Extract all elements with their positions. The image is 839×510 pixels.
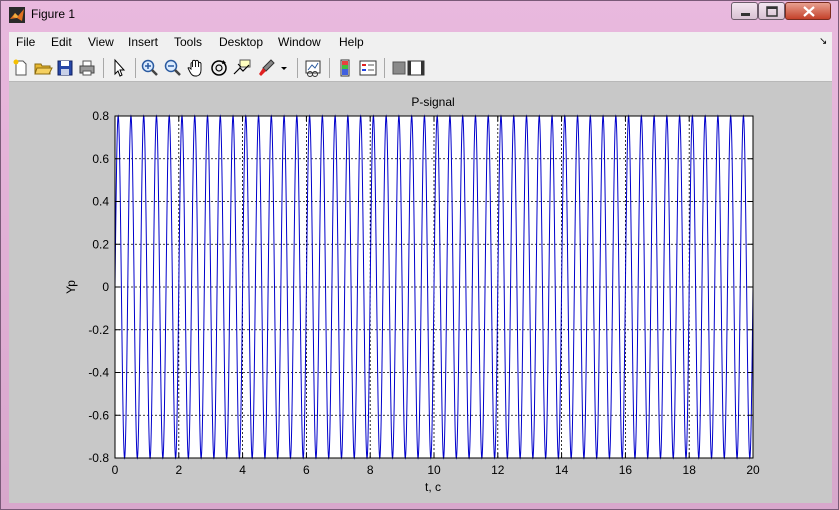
data-cursor-icon[interactable] <box>232 58 252 78</box>
legend-icon[interactable] <box>358 58 378 78</box>
y-tick-label: 0.8 <box>92 109 109 123</box>
x-tick-label: 14 <box>555 463 569 477</box>
maximize-button[interactable] <box>758 2 785 20</box>
menu-file[interactable]: File <box>16 35 35 49</box>
pan-icon[interactable] <box>186 58 206 78</box>
window-title: Figure 1 <box>31 7 76 21</box>
x-tick-label: 8 <box>367 463 374 477</box>
print-icon[interactable] <box>77 58 97 78</box>
x-tick-label: 6 <box>303 463 310 477</box>
close-button[interactable] <box>785 2 831 20</box>
rotate-3d-icon[interactable] <box>209 58 229 78</box>
x-tick-label: 2 <box>175 463 182 477</box>
zoom-in-icon[interactable] <box>140 58 160 78</box>
title-bar[interactable]: Figure 1 <box>1 1 838 29</box>
y-tick-label: 0.2 <box>92 237 109 251</box>
y-tick-label: 0.4 <box>92 195 109 209</box>
menu-bar: File Edit View Insert Tools Desktop Wind… <box>9 32 832 54</box>
matlab-icon <box>9 7 25 23</box>
toolbar-separator <box>329 58 330 78</box>
chart-title: P-signal <box>411 95 454 109</box>
menu-insert[interactable]: Insert <box>128 35 158 49</box>
plot-area: P-signal 0 2 4 6 8 10 12 14 16 18 20 -0.8 -0.6 -0.4 -0… <box>64 95 760 494</box>
x-tick-label: 10 <box>427 463 441 477</box>
x-tick-label: 4 <box>239 463 246 477</box>
toolbar-separator <box>384 58 385 78</box>
open-file-icon[interactable] <box>33 58 53 78</box>
new-figure-icon[interactable] <box>11 58 31 78</box>
y-tick-label: -0.8 <box>88 451 109 465</box>
menu-tools[interactable]: Tools <box>174 35 202 49</box>
toolbar-separator <box>135 58 136 78</box>
menu-view[interactable]: View <box>88 35 114 49</box>
link-plot-icon[interactable] <box>303 58 323 78</box>
menu-edit[interactable]: Edit <box>51 35 72 49</box>
y-tick-label: -0.2 <box>88 323 109 337</box>
y-tick-label: -0.4 <box>88 366 109 380</box>
y-tick-label: 0 <box>102 280 109 294</box>
brush-icon[interactable] <box>257 58 277 78</box>
toolbar-separator <box>103 58 104 78</box>
close-icon <box>803 6 815 17</box>
x-tick-label: 20 <box>746 463 760 477</box>
save-icon[interactable] <box>55 58 75 78</box>
y-axis-label: Yp <box>64 280 78 294</box>
y-tick-label: -0.6 <box>88 408 109 422</box>
figure-canvas: P-signal 0 2 4 6 8 10 12 14 16 18 20 -0.8 -0.6 -0.4 -0… <box>9 82 832 503</box>
menu-desktop[interactable]: Desktop <box>219 35 263 49</box>
x-tick-label: 16 <box>619 463 633 477</box>
x-tick-label: 18 <box>683 463 697 477</box>
show-plot-tools-icon[interactable] <box>406 58 426 78</box>
zoom-out-icon[interactable] <box>163 58 183 78</box>
colorbar-icon[interactable] <box>335 58 355 78</box>
x-axis-label: t, c <box>425 480 441 494</box>
maximize-icon <box>766 6 778 17</box>
minimize-icon <box>741 13 750 16</box>
figure-window: Figure 1 File Edit View Insert Tools Des… <box>0 0 839 510</box>
menu-help[interactable]: Help <box>339 35 364 49</box>
toolbar-separator <box>297 58 298 78</box>
x-tick-label: 12 <box>491 463 505 477</box>
y-tick-label: 0.6 <box>92 152 109 166</box>
menu-window[interactable]: Window <box>278 35 321 49</box>
minimize-button[interactable] <box>731 2 758 20</box>
pointer-icon[interactable] <box>109 58 129 78</box>
x-tick-label: 0 <box>112 463 119 477</box>
dock-arrow-icon[interactable]: ↘ <box>819 36 827 47</box>
figure-toolbar <box>9 54 832 82</box>
brush-dropdown-icon[interactable] <box>279 58 289 78</box>
